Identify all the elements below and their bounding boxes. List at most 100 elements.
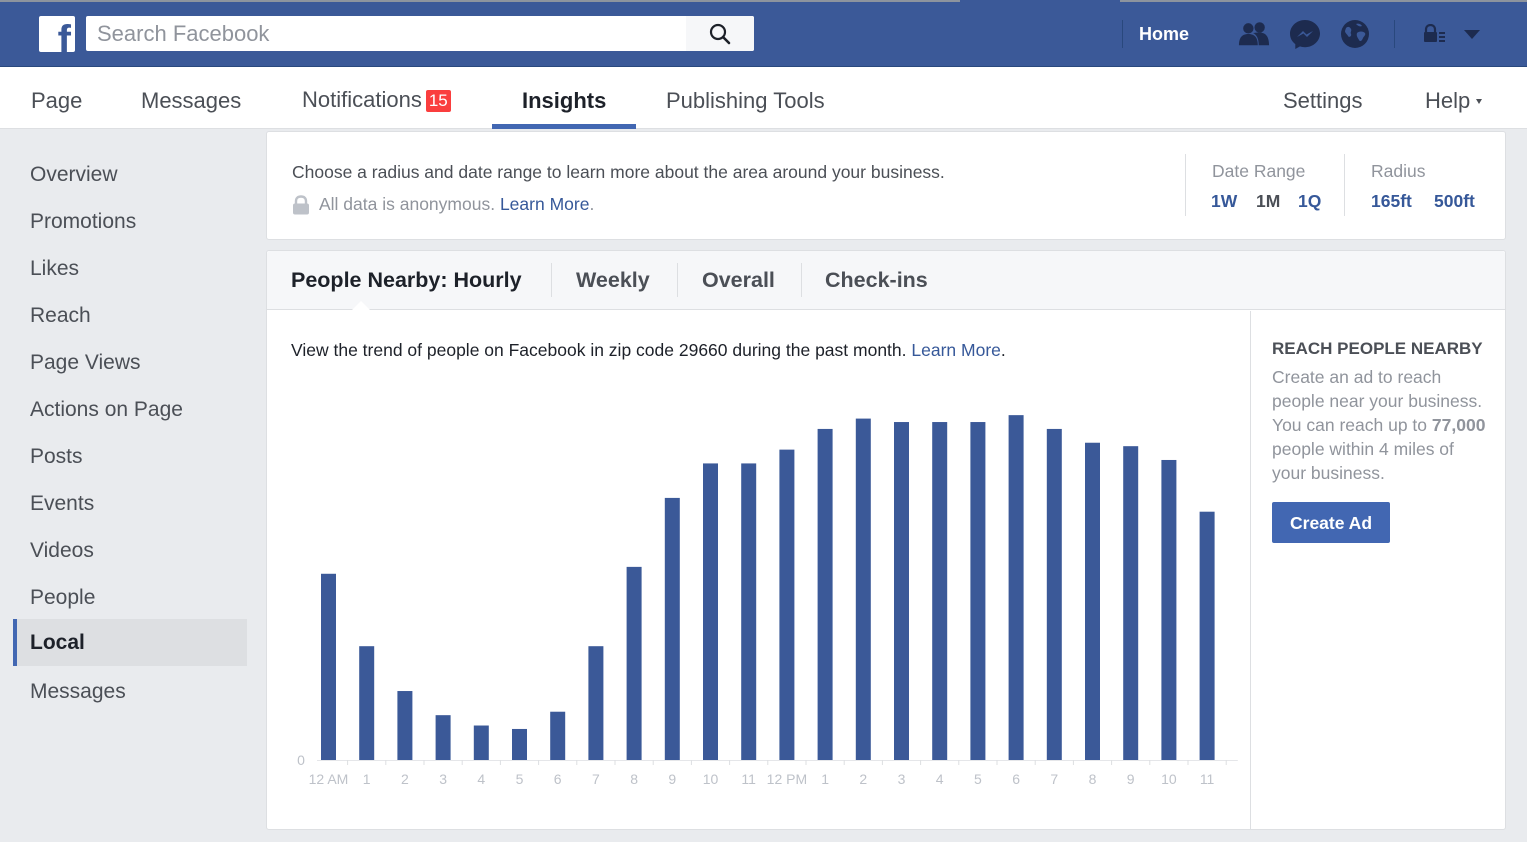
x-tick-label: 4 (477, 771, 485, 787)
sidebar-item-people[interactable]: People (13, 574, 247, 621)
lock-icon (293, 194, 309, 214)
learn-more-link[interactable]: Learn More (911, 340, 1001, 360)
people-nearby-card: People Nearby: Hourly Weekly Overall Che… (266, 250, 1506, 830)
date-range-1q[interactable]: 1Q (1298, 191, 1321, 212)
people-nearby-tabs: People Nearby: Hourly Weekly Overall Che… (267, 251, 1505, 310)
help-menu[interactable]: Help (1425, 88, 1483, 114)
x-tick-label: 12 AM (309, 771, 349, 787)
tab-overall[interactable]: Overall (702, 268, 775, 293)
x-tick-label: 6 (1012, 771, 1020, 787)
bar-hour-4[interactable] (473, 725, 489, 760)
x-tick-label: 10 (1161, 771, 1177, 787)
lock-menu-icon (1424, 24, 1445, 42)
bar-hour-19[interactable] (1046, 428, 1062, 760)
date-range-1w[interactable]: 1W (1211, 191, 1237, 212)
sidebar-item-local[interactable]: Local (13, 619, 247, 666)
settings-link[interactable]: Settings (1283, 88, 1363, 114)
friends-icon (1238, 22, 1270, 46)
privacy-shortcuts-button[interactable] (1420, 19, 1452, 49)
tab-publishing-tools[interactable]: Publishing Tools (666, 88, 825, 114)
radius-500ft[interactable]: 500ft (1434, 191, 1475, 212)
bar-hour-1[interactable] (359, 646, 375, 760)
bar-hour-15[interactable] (894, 422, 909, 760)
sidebar-item-promotions[interactable]: Promotions (13, 198, 247, 245)
sidebar-item-videos[interactable]: Videos (13, 527, 247, 574)
x-tick-label: 2 (401, 771, 409, 787)
bar-hour-18[interactable] (1008, 415, 1024, 760)
promo-title: REACH PEOPLE NEARBY (1272, 339, 1483, 358)
x-tick-label: 3 (439, 771, 447, 787)
filters-instructions: Choose a radius and date range to learn … (292, 162, 945, 182)
bar-hour-17[interactable] (970, 422, 986, 760)
sidebar-item-page-views[interactable]: Page Views (13, 339, 247, 386)
x-tick-label: 2 (859, 771, 867, 787)
sidebar-item-events[interactable]: Events (13, 480, 247, 527)
divider (1185, 154, 1186, 216)
bar-hour-23[interactable] (1199, 511, 1215, 760)
divider (551, 263, 552, 297)
sidebar-item-overview[interactable]: Overview (13, 151, 247, 198)
x-tick-label: 4 (936, 771, 944, 787)
search-input[interactable] (86, 16, 686, 51)
bar-hour-7[interactable] (588, 646, 604, 760)
tab-weekly[interactable]: Weekly (576, 268, 650, 293)
bar-hour-2[interactable] (397, 691, 413, 760)
sidebar-item-messages[interactable]: Messages (13, 668, 247, 715)
bar-hour-12[interactable] (779, 449, 795, 760)
bar-hour-3[interactable] (435, 715, 451, 760)
messages-button[interactable] (1289, 19, 1321, 49)
tab-insights[interactable]: Insights (522, 88, 606, 114)
sidebar-item-posts[interactable]: Posts (13, 433, 247, 480)
x-tick-label: 1 (363, 771, 371, 787)
reach-people-nearby-panel: REACH PEOPLE NEARBY Create an ad to reac… (1272, 339, 1492, 543)
anonymous-notice: All data is anonymous. Learn More. (292, 194, 594, 215)
account-menu-button[interactable] (1456, 19, 1488, 49)
x-tick-label: 8 (630, 771, 638, 787)
search-icon (709, 23, 731, 44)
learn-more-link[interactable]: Learn More (500, 194, 590, 215)
date-range-1m[interactable]: 1M (1256, 191, 1280, 212)
local-filters-card: Choose a radius and date range to learn … (266, 131, 1506, 240)
messenger-icon (1290, 20, 1320, 49)
bar-hour-16[interactable] (932, 422, 948, 760)
sidebar-item-reach[interactable]: Reach (13, 292, 247, 339)
x-tick-label: 5 (974, 771, 982, 787)
bar-hour-11[interactable] (741, 463, 757, 760)
notification-count-badge: 15 (425, 90, 451, 112)
friend-requests-button[interactable] (1238, 19, 1270, 49)
bar-hour-13[interactable] (817, 428, 833, 760)
tab-check-ins[interactable]: Check-ins (825, 268, 928, 293)
chart-description: View the trend of people on Facebook in … (291, 340, 1006, 360)
tab-notifications[interactable]: Notifications 15 (302, 87, 451, 113)
date-range-label: Date Range (1212, 161, 1306, 181)
reach-count: 77,000 (1431, 415, 1486, 435)
tab-page[interactable]: Page (31, 88, 82, 114)
sidebar-item-actions-on-page[interactable]: Actions on Page (13, 386, 247, 433)
home-link[interactable]: Home (1139, 24, 1189, 45)
x-tick-label: 5 (516, 771, 524, 787)
notifications-button[interactable] (1339, 19, 1371, 49)
radius-165ft[interactable]: 165ft (1371, 191, 1412, 212)
active-tab-pointer (352, 301, 370, 310)
tab-people-nearby-hourly[interactable]: People Nearby: Hourly (291, 268, 522, 293)
divider (801, 263, 802, 297)
search-button[interactable] (686, 16, 754, 51)
bar-hour-14[interactable] (855, 418, 871, 760)
divider (1394, 20, 1395, 48)
bar-hour-5[interactable] (512, 728, 527, 760)
top-navigation-bar: f Home (0, 0, 1527, 67)
bar-hour-22[interactable] (1161, 459, 1177, 760)
bar-hour-20[interactable] (1085, 442, 1100, 760)
facebook-logo[interactable]: f (39, 16, 75, 52)
bar-hour-6[interactable] (550, 711, 566, 760)
bar-hour-10[interactable] (703, 463, 718, 760)
bar-hour-0[interactable] (321, 573, 336, 760)
bar-hour-8[interactable] (626, 566, 642, 760)
anonymous-text: All data is anonymous. (319, 194, 496, 214)
tab-messages[interactable]: Messages (141, 88, 241, 114)
bar-hour-21[interactable] (1123, 446, 1139, 760)
sidebar-item-likes[interactable]: Likes (13, 245, 247, 292)
bar-hour-9[interactable] (664, 497, 680, 760)
x-tick-label: 3 (898, 771, 906, 787)
create-ad-button[interactable]: Create Ad (1272, 502, 1391, 543)
